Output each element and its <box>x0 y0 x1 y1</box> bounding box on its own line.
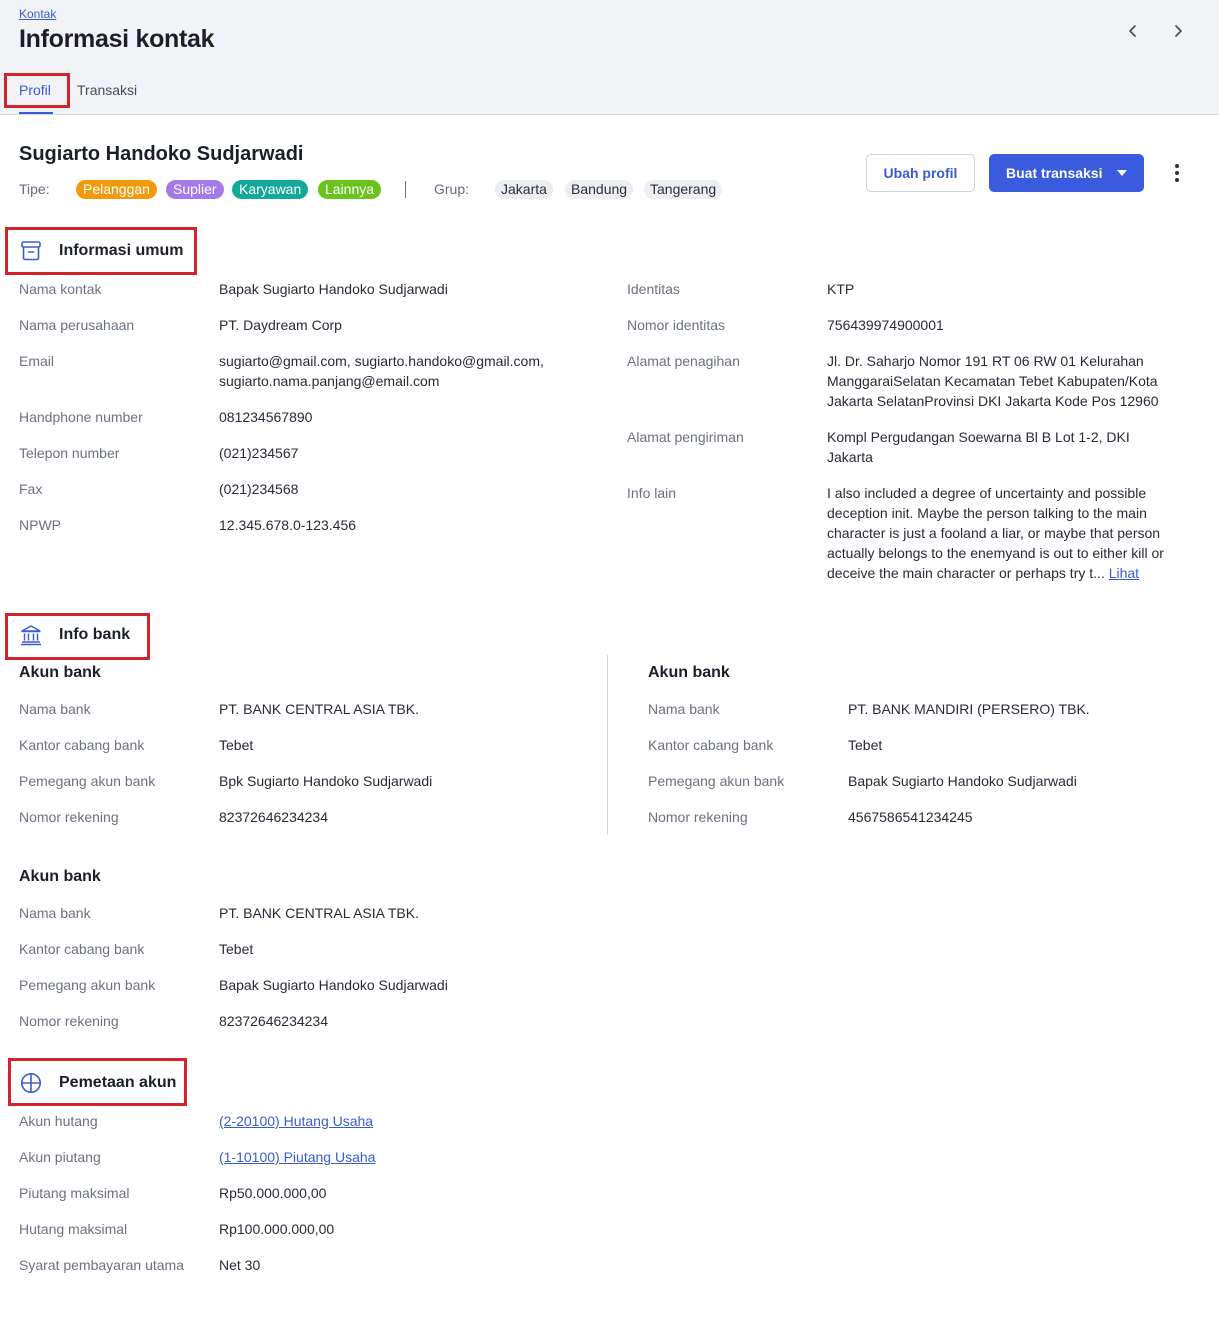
label-syarat-pembayaran: Syarat pembayaran utama <box>19 1257 184 1273</box>
label-nomor-identitas: Nomor identitas <box>627 317 726 333</box>
value-piutang-maksimal: Rp50.000.000,00 <box>219 1185 327 1201</box>
bank-account-1-title: Akun bank <box>19 664 101 681</box>
bank1-value-nama-bank: PT. BANK CENTRAL ASIA TBK. <box>219 701 419 717</box>
more-vertical-icon[interactable] <box>1168 160 1186 186</box>
type-badge-karyawan: Karyawan <box>232 180 309 199</box>
bank3-label-nama-bank: Nama bank <box>19 905 91 921</box>
value-handphone: 081234567890 <box>219 409 313 425</box>
bank2-value-pemegang: Bapak Sugiarto Handoko Sudjarwadi <box>848 773 1077 789</box>
bank3-value-kantor-cabang: Tebet <box>219 941 254 957</box>
page-header: Kontak Informasi kontak Profil Transaksi <box>0 0 1219 115</box>
value-nama-perusahaan: PT. Daydream Corp <box>219 317 342 333</box>
type-badge-suplier: Suplier <box>166 180 224 199</box>
label-email: Email <box>19 353 55 369</box>
value-identitas: KTP <box>827 281 855 297</box>
section-title-informasi-umum: Informasi umum <box>59 242 184 259</box>
link-akun-piutang[interactable]: (1-10100) Piutang Usaha <box>219 1147 375 1167</box>
label-piutang-maksimal: Piutang maksimal <box>19 1185 130 1201</box>
type-badge-pelanggan: Pelanggan <box>76 180 157 199</box>
value-alamat-pengiriman: Kompl Pergudangan Soewarna Bl B Lot 1-2,… <box>827 429 1130 465</box>
link-akun-hutang[interactable]: (2-20100) Hutang Usaha <box>219 1111 373 1131</box>
type-badge-lainnya: Lainnya <box>318 180 382 199</box>
page-title: Informasi kontak <box>19 25 215 53</box>
value-nama-kontak: Bapak Sugiarto Handoko Sudjarwadi <box>219 281 448 297</box>
group-label: Grup: <box>434 181 470 197</box>
meta-divider <box>405 181 406 198</box>
bank1-value-kantor-cabang: Tebet <box>219 737 254 753</box>
archive-box-icon <box>20 240 42 262</box>
edit-profile-button[interactable]: Ubah profil <box>866 154 975 192</box>
type-label: Tipe: <box>19 181 50 197</box>
bank1-value-pemegang: Bpk Sugiarto Handoko Sudjarwadi <box>219 773 433 789</box>
bank3-label-nomor-rekening: Nomor rekening <box>19 1013 119 1029</box>
chevron-right-icon <box>1175 25 1182 37</box>
bank2-label-kantor-cabang: Kantor cabang bank <box>648 737 774 753</box>
create-transaction-button[interactable]: Buat transaksi <box>989 154 1144 192</box>
bank1-label-nomor-rekening: Nomor rekening <box>19 809 119 825</box>
value-npwp: 12.345.678.0-123.456 <box>219 517 357 533</box>
label-alamat-penagihan: Alamat penagihan <box>627 353 740 369</box>
bank-account-2-title: Akun bank <box>648 664 730 681</box>
section-informasi-umum: Informasi umum <box>20 240 183 262</box>
label-info-lain: Info lain <box>627 485 677 501</box>
contact-name: Sugiarto Handoko Sudjarwadi <box>19 143 304 165</box>
bank3-label-pemegang: Pemegang akun bank <box>19 977 156 993</box>
caret-down-icon <box>1117 170 1127 176</box>
bank-building-icon <box>20 624 42 646</box>
bank3-label-kantor-cabang: Kantor cabang bank <box>19 941 145 957</box>
label-nama-kontak: Nama kontak <box>19 281 102 297</box>
value-nomor-identitas: 756439974900001 <box>827 317 944 333</box>
value-alamat-penagihan: Jl. Dr. Saharjo Nomor 191 RT 06 RW 01 Ke… <box>827 353 1159 409</box>
label-nama-perusahaan: Nama perusahaan <box>19 317 135 333</box>
active-tab-indicator <box>19 112 53 114</box>
bank3-value-pemegang: Bapak Sugiarto Handoko Sudjarwadi <box>219 977 448 993</box>
label-fax: Fax <box>19 481 43 497</box>
group-badge-jakarta: Jakarta <box>495 180 553 199</box>
label-akun-hutang: Akun hutang <box>19 1113 98 1129</box>
value-hutang-maksimal: Rp100.000.000,00 <box>219 1221 335 1237</box>
tab-transaksi[interactable]: Transaksi <box>77 82 137 98</box>
bank2-label-pemegang: Pemegang akun bank <box>648 773 785 789</box>
section-title-pemetaan-akun: Pemetaan akun <box>59 1074 177 1091</box>
bank3-value-nomor-rekening: 82372646234234 <box>219 1013 329 1029</box>
label-handphone: Handphone number <box>19 409 143 425</box>
value-fax: (021)234568 <box>219 481 299 497</box>
label-alamat-pengiriman: Alamat pengiriman <box>627 429 744 445</box>
create-transaction-label: Buat transaksi <box>1006 165 1103 181</box>
section-info-bank: Info bank <box>20 624 130 646</box>
bank-column-divider <box>607 655 608 835</box>
previous-contact-button[interactable] <box>1122 20 1144 42</box>
label-identitas: Identitas <box>627 281 680 297</box>
section-title-info-bank: Info bank <box>59 626 131 643</box>
bank-account-3-title: Akun bank <box>19 868 101 885</box>
value-syarat-pembayaran: Net 30 <box>219 1257 261 1273</box>
breadcrumb-kontak[interactable]: Kontak <box>19 7 56 21</box>
lihat-link[interactable]: Lihat <box>1109 565 1139 581</box>
tab-profil[interactable]: Profil <box>19 82 51 98</box>
section-pemetaan-akun: Pemetaan akun <box>20 1072 176 1094</box>
bank2-value-nomor-rekening: 4567586541234245 <box>848 809 973 825</box>
value-email: sugiarto@gmail.com, sugiarto.handoko@gma… <box>219 353 544 389</box>
next-contact-button[interactable] <box>1167 20 1189 42</box>
bank1-value-nomor-rekening: 82372646234234 <box>219 809 329 825</box>
group-badge-bandung: Bandung <box>565 180 634 199</box>
bank2-value-kantor-cabang: Tebet <box>848 737 883 753</box>
chevron-left-icon <box>1129 25 1136 37</box>
bank3-value-nama-bank: PT. BANK CENTRAL ASIA TBK. <box>219 905 419 921</box>
label-akun-piutang: Akun piutang <box>19 1149 101 1165</box>
value-info-lain: I also included a degree of uncertainty … <box>827 483 1189 583</box>
label-hutang-maksimal: Hutang maksimal <box>19 1221 128 1237</box>
bank1-label-pemegang: Pemegang akun bank <box>19 773 156 789</box>
grid-circle-icon <box>20 1072 42 1094</box>
bank2-label-nomor-rekening: Nomor rekening <box>648 809 748 825</box>
bank1-label-nama-bank: Nama bank <box>19 701 91 717</box>
bank1-label-kantor-cabang: Kantor cabang bank <box>19 737 145 753</box>
label-telepon: Telepon number <box>19 445 120 461</box>
bank2-label-nama-bank: Nama bank <box>648 701 720 717</box>
group-badge-tangerang: Tangerang <box>644 180 723 199</box>
label-npwp: NPWP <box>19 517 61 533</box>
bank2-value-nama-bank: PT. BANK MANDIRI (PERSERO) TBK. <box>848 701 1090 717</box>
value-telepon: (021)234567 <box>219 445 299 461</box>
